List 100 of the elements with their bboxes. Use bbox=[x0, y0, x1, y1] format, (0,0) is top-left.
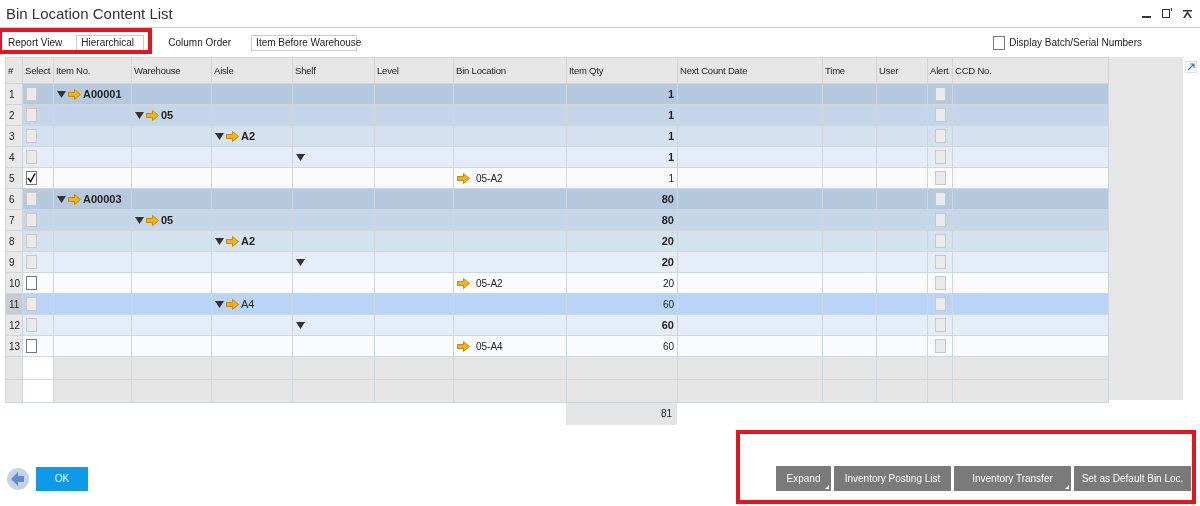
column-header[interactable]: Item Qty bbox=[566, 57, 678, 84]
checkbox[interactable] bbox=[26, 297, 37, 311]
tree-label: A00001 bbox=[83, 88, 122, 100]
quantity-value: 1 bbox=[667, 88, 674, 100]
column-header[interactable]: Next Count Date bbox=[677, 57, 823, 84]
row-number[interactable]: 2 bbox=[5, 104, 23, 126]
expand-triangle-icon[interactable] bbox=[296, 153, 305, 161]
expand-triangle-icon[interactable] bbox=[135, 111, 144, 119]
collapse-icon[interactable] bbox=[1183, 8, 1192, 19]
alert-checkbox[interactable] bbox=[934, 297, 946, 311]
quantity-value: 80 bbox=[661, 214, 674, 226]
alert-checkbox[interactable] bbox=[934, 318, 946, 332]
action-button[interactable]: Expand bbox=[776, 466, 831, 491]
expand-triangle-icon[interactable] bbox=[296, 321, 305, 329]
field-label: Column Order bbox=[168, 37, 232, 48]
tree-label: 05-A2 bbox=[476, 172, 503, 184]
total-quantity: 81 bbox=[566, 403, 677, 425]
quantity-value: 20 bbox=[661, 235, 674, 247]
column-header[interactable]: CCD No. bbox=[952, 57, 1109, 84]
alert-checkbox[interactable] bbox=[934, 150, 946, 164]
row-number[interactable]: 1 bbox=[5, 83, 23, 105]
checkbox[interactable] bbox=[26, 276, 37, 290]
action-button[interactable]: Inventory Posting List bbox=[834, 466, 951, 491]
checkbox[interactable] bbox=[993, 35, 1006, 50]
link-arrow-icon[interactable] bbox=[457, 172, 470, 184]
checkbox[interactable] bbox=[26, 339, 37, 353]
quantity-value: 1 bbox=[668, 172, 674, 184]
quantity-value: 20 bbox=[661, 256, 674, 268]
quantity-value: 1 bbox=[667, 109, 674, 121]
alert-checkbox[interactable] bbox=[934, 87, 946, 101]
checkbox[interactable] bbox=[26, 318, 37, 332]
column-header[interactable]: Select bbox=[22, 57, 54, 84]
checkbox[interactable] bbox=[26, 150, 37, 164]
row-number[interactable]: 3 bbox=[5, 125, 23, 147]
expand-triangle-icon[interactable] bbox=[215, 237, 224, 245]
column-header[interactable]: Alert bbox=[927, 57, 953, 84]
field-label: Report View bbox=[8, 37, 63, 48]
quantity-value: 1 bbox=[667, 151, 674, 163]
expand-arrow-icon[interactable] bbox=[1185, 61, 1197, 73]
column-header[interactable]: Time bbox=[822, 57, 877, 84]
tree-label: A4 bbox=[241, 298, 255, 310]
column-header[interactable]: Warehouse bbox=[131, 57, 212, 84]
alert-checkbox[interactable] bbox=[934, 339, 946, 353]
row-number[interactable]: 7 bbox=[5, 209, 23, 231]
expand-triangle-icon[interactable] bbox=[57, 90, 66, 98]
expand-triangle-icon[interactable] bbox=[215, 300, 224, 308]
checkbox[interactable] bbox=[26, 87, 37, 101]
tree-label: A2 bbox=[241, 130, 256, 142]
link-arrow-icon[interactable] bbox=[457, 340, 470, 352]
expand-triangle-icon[interactable] bbox=[57, 195, 66, 203]
column-header[interactable]: Shelf bbox=[292, 57, 375, 84]
alert-checkbox[interactable] bbox=[934, 234, 946, 248]
alert-checkbox[interactable] bbox=[934, 276, 946, 290]
maximize-icon[interactable] bbox=[1162, 8, 1173, 19]
expand-triangle-icon[interactable] bbox=[135, 216, 144, 224]
column-header[interactable]: Aisle bbox=[211, 57, 293, 84]
tree-label: 05-A2 bbox=[476, 277, 503, 289]
tree-label: 05 bbox=[161, 214, 174, 226]
checkbox[interactable] bbox=[26, 234, 37, 248]
row-number[interactable]: 9 bbox=[5, 251, 23, 273]
column-header[interactable]: Level bbox=[374, 57, 454, 84]
row-number[interactable]: 6 bbox=[5, 188, 23, 210]
alert-checkbox[interactable] bbox=[934, 171, 946, 185]
row-number[interactable]: 12 bbox=[5, 314, 23, 336]
quantity-value: 80 bbox=[661, 193, 674, 205]
action-button[interactable]: Inventory Transfer bbox=[954, 466, 1071, 491]
column-header[interactable]: Item No. bbox=[53, 57, 132, 84]
checkbox[interactable] bbox=[26, 213, 37, 227]
quantity-value: 60 bbox=[661, 319, 674, 331]
column-header[interactable]: Bin Location bbox=[453, 57, 567, 84]
alert-checkbox[interactable] bbox=[934, 213, 946, 227]
row-number[interactable]: 11 bbox=[5, 293, 23, 315]
tree-label: A00003 bbox=[83, 193, 122, 205]
column-header[interactable]: # bbox=[5, 57, 23, 84]
alert-checkbox[interactable] bbox=[934, 192, 946, 206]
checkbox-label[interactable]: Display Batch/Serial Numbers bbox=[1009, 37, 1142, 48]
action-button[interactable]: Set as Default Bin Loc. bbox=[1074, 466, 1191, 491]
alert-checkbox[interactable] bbox=[934, 108, 946, 122]
checkbox[interactable] bbox=[26, 192, 37, 206]
alert-checkbox[interactable] bbox=[934, 129, 946, 143]
link-arrow-icon[interactable] bbox=[457, 277, 470, 289]
row-number[interactable]: 13 bbox=[5, 335, 23, 357]
tree-label: 05 bbox=[161, 109, 174, 121]
quantity-value: 1 bbox=[667, 130, 674, 142]
row-number[interactable]: 10 bbox=[5, 272, 23, 294]
quantity-value: 60 bbox=[662, 340, 674, 352]
row-number[interactable]: 4 bbox=[5, 146, 23, 168]
expand-triangle-icon[interactable] bbox=[215, 132, 224, 140]
row-number[interactable]: 8 bbox=[5, 230, 23, 252]
report-view-dropdown[interactable]: Hierarchical bbox=[76, 34, 145, 51]
column-header[interactable]: User bbox=[876, 57, 928, 84]
expand-triangle-icon[interactable] bbox=[296, 258, 305, 266]
row-number[interactable]: 5 bbox=[5, 167, 23, 189]
checkbox[interactable] bbox=[26, 108, 37, 122]
alert-checkbox[interactable] bbox=[934, 255, 946, 269]
tree-label: A2 bbox=[241, 235, 256, 247]
checkbox[interactable] bbox=[26, 129, 37, 143]
checkbox[interactable] bbox=[26, 255, 37, 269]
checkbox[interactable] bbox=[26, 171, 37, 185]
tree-label: 05-A4 bbox=[476, 340, 503, 352]
